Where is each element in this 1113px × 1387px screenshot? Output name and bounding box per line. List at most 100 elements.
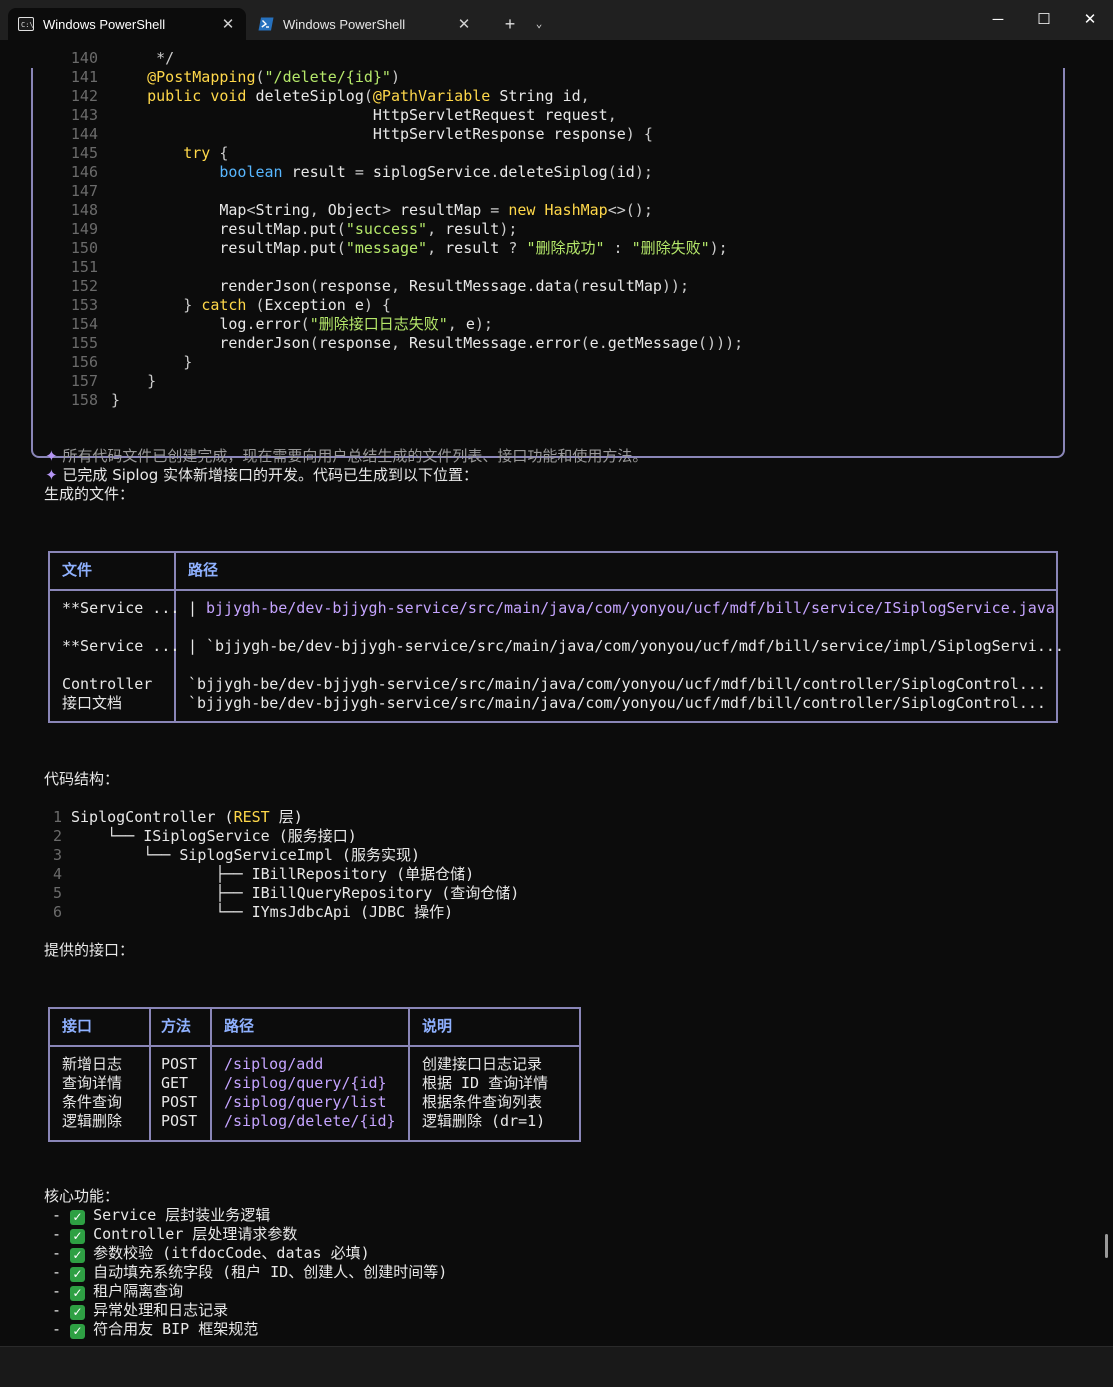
api-cell-method: POST [161,1055,198,1073]
code-line: } catch (Exception e) { [111,296,391,314]
sparkle-icon: ✦ [45,466,58,484]
code-line: } [111,353,193,371]
files-heading: 生成的文件： [44,485,135,503]
feature-item: - ✓ 租户隔离查询 [52,1282,183,1301]
code-line: renderJson(response, ResultMessage.data(… [219,277,689,295]
code-line: renderJson(response, ResultMessage.error… [219,334,744,352]
close-window-button[interactable]: ✕ [1067,0,1113,40]
tab-powershell-2[interactable]: Windows PowerShell ✕ [248,8,482,40]
files-cell-path[interactable]: `bjjygh-be/dev-bjjygh-service/src/main/j… [188,694,1046,713]
checkmark-icon: ✓ [70,1267,86,1282]
code-line: resultMap.put("message", result ? "删除成功"… [219,239,728,257]
files-cell-file: 接口文档 [62,694,123,712]
checkmark-icon: ✓ [70,1248,86,1263]
done-text: 已完成 Siplog 实体新增接口的开发。代码已生成到以下位置： [57,466,479,484]
line-number: 154 [70,315,98,333]
feature-text: Service 层封装业务逻辑 [93,1206,271,1224]
terminal-icon: C:\ [18,17,34,31]
line-number: 143 [70,106,98,124]
feature-item: - ✓ 自动填充系统字段 (租户 ID、创建人、创建时间等) [52,1263,447,1282]
api-cell-path[interactable]: /siplog/add [224,1055,323,1074]
close-tab-icon[interactable]: ✕ [456,15,472,33]
features-heading: 核心功能： [44,1187,120,1205]
api-cell-path[interactable]: /siplog/delete/{id} [224,1112,396,1131]
line-number: 155 [70,334,98,352]
api-cell-desc: 根据 ID 查询详情 [422,1074,549,1092]
line-number: 6 [52,903,62,921]
line-number: 148 [70,201,98,219]
bullet: - [52,1301,71,1319]
api-cell-desc: 逻辑删除 (dr=1) [422,1112,546,1130]
tab-powershell-1[interactable]: C:\ Windows PowerShell ✕ [8,8,246,40]
line-number: 149 [70,220,98,238]
api-cell-method: POST [161,1112,198,1130]
code-line: boolean result = siplogService.deleteSip… [219,163,653,181]
files-cell-file: **Service ... [62,599,180,617]
line-number: 145 [70,144,98,162]
files-table: 文件 路径 **Service ... | bjjygh-be/dev-bjjy… [48,551,1064,723]
files-cell-path[interactable]: `bjjygh-be/dev-bjjygh-service/src/main/j… [188,675,1046,694]
scrollbar[interactable] [1105,1234,1108,1258]
code-line: } [111,391,121,409]
files-cell-path[interactable]: bjjygh-be/dev-bjjygh-service/src/main/ja… [206,599,1055,618]
line-number: 4 [52,865,62,883]
feature-text: 异常处理和日志记录 [93,1301,229,1319]
checkmark-icon: ✓ [70,1229,86,1244]
bullet: - [52,1282,71,1300]
line-number: 1 [52,808,62,826]
column-divider [149,1009,151,1140]
line-number: 5 [52,884,62,902]
line-number: 147 [70,182,98,200]
structure-line: SiplogController (REST 层) [71,808,303,826]
thinking-message: ✦ 所有代码文件已创建完成，现在需要向用户总结生成的文件列表、接口功能和使用方法… [26,428,647,465]
api-cell-name: 查询详情 [62,1074,123,1092]
line-number: 150 [70,239,98,257]
feature-item: - ✓ Controller 层处理请求参数 [52,1225,297,1244]
feature-text: Controller 层处理请求参数 [93,1225,298,1243]
feature-text: 参数校验 (itfdocCode、datas 必填) [93,1244,370,1262]
api-cell-desc: 创建接口日志记录 [422,1055,543,1073]
files-cell-sep: | [188,637,198,655]
line-number: 146 [70,163,98,181]
files-cell-path[interactable]: `bjjygh-be/dev-bjjygh-service/src/main/j… [206,637,1064,656]
feature-text: 符合用友 BIP 框架规范 [93,1320,259,1338]
line-number: 140 [70,49,98,67]
structure-line: └── ISiplogService (服务接口) [71,827,357,845]
terminal-pane[interactable]: 140 */141 @PostMapping("/delete/{id}") 14… [0,40,1113,1346]
new-tab-button[interactable]: + [498,8,522,40]
api-cell-path[interactable]: /siplog/query/{id} [224,1074,387,1093]
code-line: public void deleteSiplog(@PathVariable S… [147,87,590,105]
line-number: 152 [70,277,98,295]
api-cell-path[interactable]: /siplog/query/list [224,1093,387,1112]
feature-item: - ✓ 参数校验 (itfdocCode、datas 必填) [52,1244,370,1263]
line-number: 3 [52,846,62,864]
bullet: - [52,1244,71,1262]
line-number: 153 [70,296,98,314]
header-divider [50,589,1056,591]
feature-text: 租户隔离查询 [93,1282,184,1300]
api-cell-method: POST [161,1093,198,1111]
minimize-button[interactable]: ─ [975,0,1021,40]
maximize-button[interactable]: ☐ [1021,0,1067,40]
line-number: 141 [70,68,98,86]
tab-label: Windows PowerShell [283,16,406,32]
files-header-path: 路径 [188,561,219,579]
bullet: - [52,1320,71,1338]
header-divider [50,1045,579,1047]
checkmark-icon: ✓ [70,1210,86,1225]
line-number: 156 [70,353,98,371]
code-line: resultMap.put("success", result); [219,220,518,238]
line-number: 142 [70,87,98,105]
bullet: - [52,1263,71,1281]
checkmark-icon: ✓ [70,1305,86,1320]
close-tab-icon[interactable]: ✕ [220,15,236,33]
api-table: 接口 方法 路径 说明 新增日志 POST/siplog/add 创建接口日志记录查… [48,1007,581,1142]
svg-text:C:\: C:\ [21,21,34,29]
api-cell-name: 新增日志 [62,1055,123,1073]
code-line: log.error("删除接口日志失败", e); [219,315,493,333]
structure-heading: 代码结构： [44,770,120,788]
checkmark-icon: ✓ [70,1286,86,1301]
files-cell-file: Controller [62,675,153,693]
chevron-down-icon[interactable]: ⌄ [528,8,550,40]
input-area[interactable] [0,1346,1113,1387]
